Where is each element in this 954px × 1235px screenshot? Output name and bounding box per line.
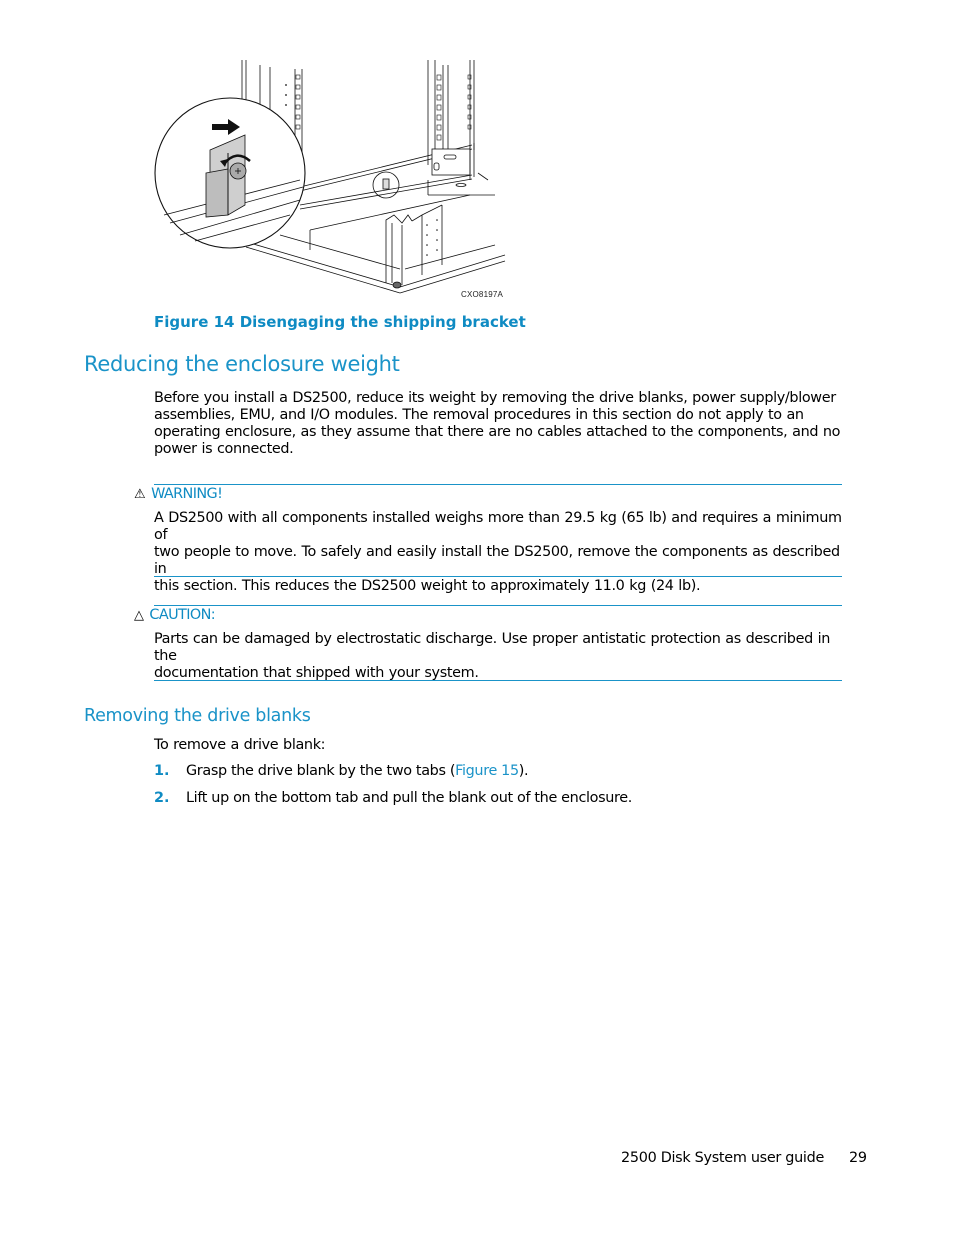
- step-text-after: ).: [518, 763, 529, 779]
- caution-label: CAUTION:: [149, 607, 216, 623]
- figure-caption: Figure 14 Disengaging the shipping brack…: [154, 313, 526, 331]
- warning-line: this section. This reduces the DS2500 we…: [154, 578, 701, 594]
- caution-bottom-rule: [154, 680, 842, 681]
- warning-bottom-rule: [154, 576, 842, 577]
- footer-doc-title: 2500 Disk System user guide: [621, 1150, 825, 1166]
- rack-post-front: [385, 204, 443, 289]
- figure-illustration: [150, 55, 510, 305]
- subsection-intro: To remove a drive blank:: [154, 737, 326, 753]
- magnified-bracket-callout: [154, 97, 306, 249]
- warning-label: WARNING!: [151, 486, 223, 502]
- intro-paragraph: Before you install a DS2500, reduce its …: [154, 390, 844, 458]
- caution-top-rule: [154, 605, 842, 606]
- warning-heading: ⚠ WARNING!: [134, 486, 223, 502]
- warning-triangle-icon: ⚠: [134, 487, 146, 502]
- warning-top-rule: [154, 484, 842, 485]
- warning-line: two people to move. To safely and easily…: [154, 544, 840, 577]
- step-text: Lift up on the bottom tab and pull the b…: [186, 790, 633, 806]
- caution-heading: △ CAUTION:: [134, 607, 216, 623]
- figure-id-label: CXO8197A: [461, 290, 504, 299]
- intro-line: power is connected.: [154, 441, 294, 457]
- caution-line: Parts can be damaged by electrostatic di…: [154, 631, 831, 664]
- page-number: 29: [849, 1150, 867, 1166]
- caution-text: Parts can be damaged by electrostatic di…: [154, 631, 844, 682]
- intro-line: operating enclosure, as they assume that…: [154, 424, 841, 440]
- shipping-bracket-small: [382, 178, 390, 190]
- section-title: Reducing the enclosure weight: [84, 352, 400, 376]
- step-text-before: Grasp the drive blank by the two tabs (: [186, 763, 456, 779]
- warning-line: A DS2500 with all components installed w…: [154, 510, 842, 543]
- step-number: 2.: [154, 790, 170, 806]
- figure-15-link[interactable]: Figure 15: [455, 763, 519, 779]
- rack-rail: [299, 143, 495, 210]
- step-number: 1.: [154, 763, 170, 779]
- intro-line: assemblies, EMU, and I/O modules. The re…: [154, 407, 804, 423]
- step-text: Grasp the drive blank by the two tabs (F…: [186, 763, 529, 779]
- intro-line: Before you install a DS2500, reduce its …: [154, 390, 836, 406]
- warning-text: A DS2500 with all components installed w…: [154, 510, 844, 595]
- caution-triangle-icon: △: [134, 608, 144, 623]
- subsection-title: Removing the drive blanks: [84, 706, 311, 726]
